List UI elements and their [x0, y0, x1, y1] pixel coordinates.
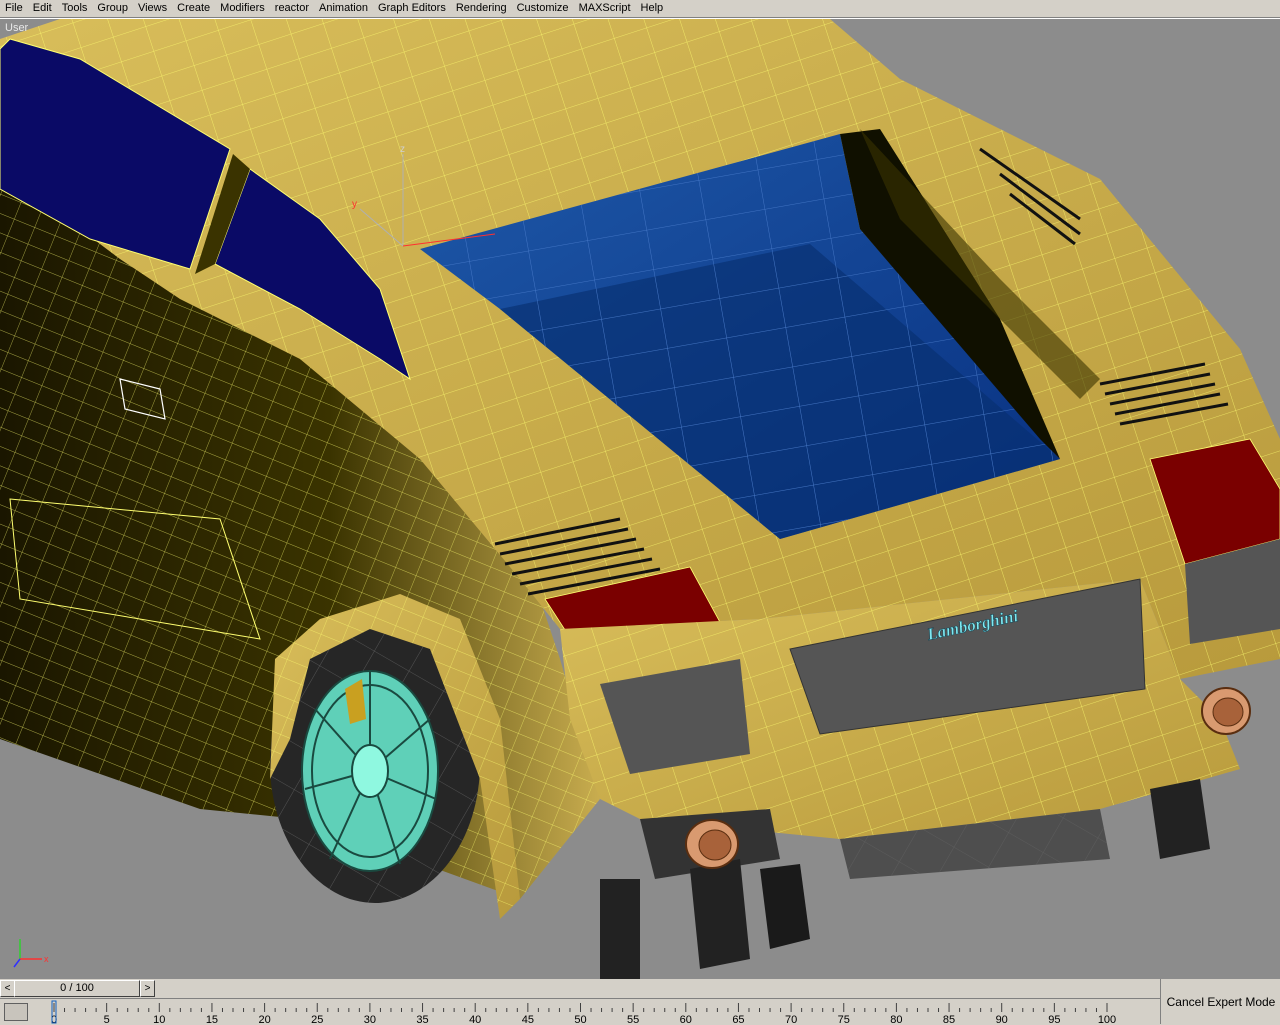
trackbar-tick-label: 50 — [574, 1014, 586, 1025]
menu-edit[interactable]: Edit — [28, 0, 57, 17]
trackbar-tick-label: 95 — [1048, 1014, 1060, 1025]
perspective-viewport[interactable]: z y Lamborghini x User — [0, 18, 1280, 979]
menu-animation[interactable]: Animation — [314, 0, 373, 17]
menu-group[interactable]: Group — [92, 0, 133, 17]
trackbar-ticks: 0 5 10 15 20 25 30 35 40 45 50 55 60 65 70 75 80 85 90 95 10… — [51, 1000, 1116, 1025]
trackbar-tick-label: 45 — [522, 1014, 534, 1025]
car-wireframe-render: z y Lamborghini x — [0, 19, 1280, 979]
menu-tools[interactable]: Tools — [57, 0, 93, 17]
svg-text:x: x — [44, 954, 49, 964]
trackbar-tick-label: 35 — [416, 1014, 428, 1025]
time-slider-next-button[interactable]: > — [140, 980, 155, 997]
menu-create[interactable]: Create — [172, 0, 215, 17]
trackbar-tick-label: 30 — [364, 1014, 376, 1025]
menu-bar: File Edit Tools Group Views Create Modifiers re… — [0, 0, 1280, 18]
cancel-expert-mode-button[interactable]: Cancel Expert Mode — [1160, 979, 1280, 1024]
trackbar-tick-label: 100 — [1098, 1014, 1116, 1025]
exhaust-right — [1201, 687, 1251, 735]
menu-customize[interactable]: Customize — [512, 0, 574, 17]
trackbar-tick-label: 80 — [890, 1014, 902, 1025]
exhaust-left — [685, 819, 739, 869]
trackbar-tick-label: 85 — [943, 1014, 955, 1025]
menu-graph-editors[interactable]: Graph Editors — [373, 0, 451, 17]
trackbar-tick-label: 40 — [469, 1014, 481, 1025]
trackbar-tick-label: 55 — [627, 1014, 639, 1025]
trackbar-tick-label: 20 — [258, 1014, 270, 1025]
time-slider[interactable]: 0 / 100 — [14, 980, 140, 997]
viewport-label[interactable]: User — [5, 22, 28, 34]
menu-help[interactable]: Help — [636, 0, 669, 17]
trackbar-tick-label: 25 — [311, 1014, 323, 1025]
trackbar[interactable]: 0 5 10 15 20 25 30 35 40 45 50 55 60 65 70 75 80 85 90 95 10… — [0, 998, 1160, 1025]
menu-rendering[interactable]: Rendering — [451, 0, 512, 17]
trackbar-tick-label: 75 — [838, 1014, 850, 1025]
menu-views[interactable]: Views — [133, 0, 172, 17]
menu-file[interactable]: File — [0, 0, 28, 17]
trackbar-tick-label: 5 — [104, 1014, 110, 1025]
trackbar-tick-label: 15 — [206, 1014, 218, 1025]
axis-tripod-icon: x — [13, 939, 49, 968]
menu-maxscript[interactable]: MAXScript — [574, 0, 636, 17]
menu-reactor[interactable]: reactor — [270, 0, 314, 17]
trackbar-tick-label: 60 — [680, 1014, 692, 1025]
svg-text:y: y — [352, 199, 357, 210]
time-slider-prev-button[interactable]: < — [0, 980, 15, 997]
trackbar-tick-label: 10 — [153, 1014, 165, 1025]
menu-modifiers[interactable]: Modifiers — [215, 0, 270, 17]
time-slider-bar: < 0 / 100 > — [0, 979, 1160, 997]
trackbar-tick-label: 70 — [785, 1014, 797, 1025]
trackbar-tick-label: 65 — [732, 1014, 744, 1025]
svg-text:z: z — [400, 144, 405, 155]
trackbar-tick-label: 90 — [996, 1014, 1008, 1025]
